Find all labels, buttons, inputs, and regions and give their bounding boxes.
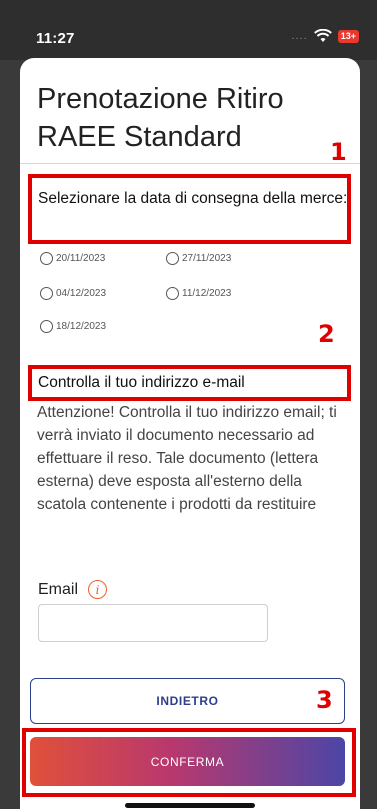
status-icons: .... 13+ bbox=[291, 29, 359, 43]
divider bbox=[20, 163, 360, 164]
page-title: Prenotazione Ritiro RAEE Standard bbox=[37, 83, 284, 153]
date-option-label: 11/12/2023 bbox=[182, 288, 232, 299]
annotation-marker-3: 3 bbox=[316, 686, 333, 714]
radio-circle-icon bbox=[40, 287, 53, 300]
email-check-heading: Controlla il tuo indirizzo e-mail bbox=[38, 374, 245, 391]
info-icon[interactable]: i bbox=[88, 580, 108, 599]
battery-icon: 13+ bbox=[337, 29, 359, 43]
date-option-4[interactable]: 11/12/2023 bbox=[166, 287, 231, 300]
date-option-3[interactable]: 04/12/2023 bbox=[40, 287, 106, 300]
status-bar: 11:27 .... 13+ bbox=[0, 0, 377, 60]
annotation-marker-2: 2 bbox=[318, 320, 335, 348]
email-label: Email bbox=[38, 580, 79, 598]
signal-icon: .... bbox=[291, 30, 308, 42]
wifi-icon bbox=[313, 29, 332, 42]
email-input[interactable] bbox=[38, 604, 268, 642]
annotation-marker-1: 1 bbox=[330, 138, 347, 166]
radio-circle-icon bbox=[166, 287, 179, 300]
back-button[interactable]: INDIETRO bbox=[30, 678, 345, 724]
date-option-label: 20/11/2023 bbox=[56, 253, 106, 264]
radio-circle-icon bbox=[40, 252, 53, 265]
date-option-label: 27/11/2023 bbox=[182, 253, 232, 264]
email-notice-text: Attenzione! Controlla il tuo indirizzo e… bbox=[37, 404, 337, 513]
date-option-label: 04/12/2023 bbox=[56, 288, 107, 299]
confirm-button[interactable]: CONFERMA bbox=[30, 737, 345, 786]
date-option-label: 18/12/2023 bbox=[56, 321, 107, 332]
booking-sheet: Prenotazione Ritiro RAEE Standard 1 Sele… bbox=[20, 58, 360, 809]
email-label-row: Email i bbox=[38, 580, 108, 599]
date-option-5[interactable]: 18/12/2023 bbox=[40, 320, 106, 333]
delivery-date-heading: Selezionare la data di consegna della me… bbox=[38, 190, 348, 207]
radio-circle-icon bbox=[166, 252, 179, 265]
date-option-2[interactable]: 27/11/2023 bbox=[166, 252, 231, 265]
home-indicator bbox=[125, 803, 255, 808]
status-time: 11:27 bbox=[36, 30, 75, 47]
date-option-1[interactable]: 20/11/2023 bbox=[40, 252, 105, 265]
radio-circle-icon bbox=[40, 320, 53, 333]
